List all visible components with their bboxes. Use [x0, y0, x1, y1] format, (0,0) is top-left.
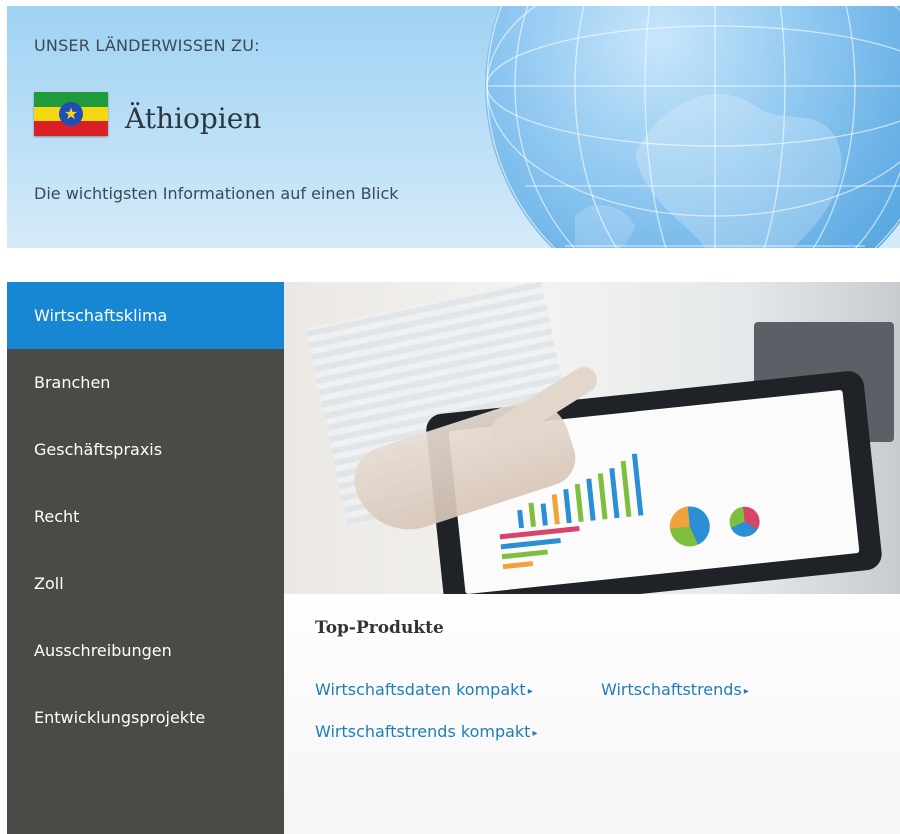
- chevron-right-icon: ▸: [527, 686, 533, 697]
- sidebar-nav: Wirtschaftsklima Branchen Geschäftspraxi…: [7, 282, 284, 834]
- link-label: Wirtschaftstrends kompakt: [315, 722, 531, 741]
- country-header: UNSER LÄNDERWISSEN ZU: ★ Äthiopien Die w…: [7, 6, 900, 248]
- sidebar-item-branchen[interactable]: Branchen: [7, 349, 284, 416]
- globe-icon: [485, 6, 900, 248]
- header-tagline: Die wichtigsten Informationen auf einen …: [34, 184, 399, 203]
- top-products-panel: Top-Produkte Wirtschaftsdaten kompakt ▸ W…: [284, 594, 900, 834]
- country-title: Äthiopien: [125, 102, 262, 135]
- sidebar-item-zoll[interactable]: Zoll: [7, 550, 284, 617]
- sidebar-item-wirtschaftsklima[interactable]: Wirtschaftsklima: [7, 282, 284, 349]
- sidebar-item-entwicklungsprojekte[interactable]: Entwicklungsprojekte: [7, 684, 284, 751]
- chevron-right-icon: ▸: [743, 686, 749, 697]
- section-subheading: UNSER LÄNDERWISSEN ZU:: [34, 36, 260, 55]
- link-label: Wirtschaftsdaten kompakt: [315, 680, 526, 699]
- sidebar-item-recht[interactable]: Recht: [7, 483, 284, 550]
- top-products-title: Top-Produkte: [315, 618, 444, 638]
- ethiopia-flag-icon: ★: [34, 92, 108, 136]
- link-wirtschaftstrends-kompakt[interactable]: Wirtschaftstrends kompakt ▸: [315, 722, 537, 741]
- link-wirtschaftsdaten-kompakt[interactable]: Wirtschaftsdaten kompakt ▸: [315, 680, 533, 699]
- sidebar-item-ausschreibungen[interactable]: Ausschreibungen: [7, 617, 284, 684]
- link-label: Wirtschaftstrends: [601, 680, 742, 699]
- star-emblem-icon: ★: [59, 102, 83, 126]
- tablet-chart-photo: [284, 282, 900, 594]
- sidebar-item-geschaeftspraxis[interactable]: Geschäftspraxis: [7, 416, 284, 483]
- chevron-right-icon: ▸: [532, 728, 538, 739]
- main-content: Top-Produkte Wirtschaftsdaten kompakt ▸ W…: [284, 282, 900, 834]
- link-wirtschaftstrends[interactable]: Wirtschaftstrends ▸: [601, 680, 749, 699]
